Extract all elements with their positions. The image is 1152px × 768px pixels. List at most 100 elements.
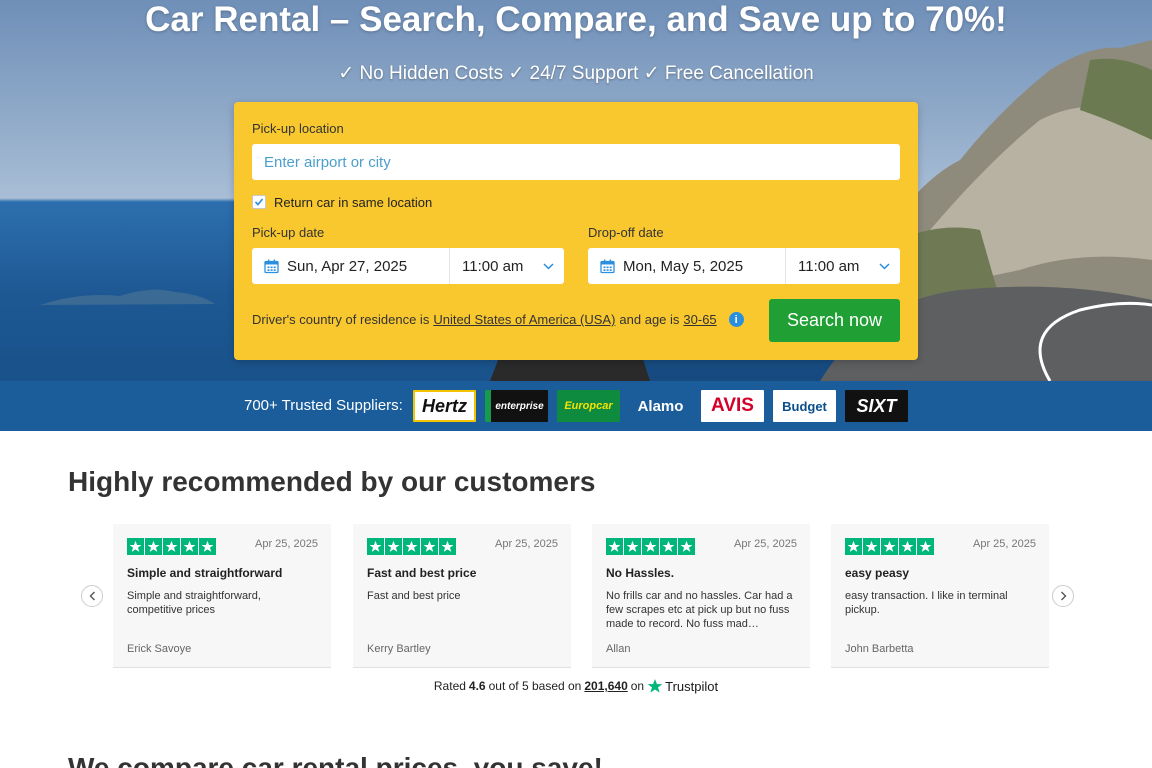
- pickup-datetime: Sun, Apr 27, 2025 11:00 am: [252, 248, 564, 284]
- review-date: Apr 25, 2025: [973, 538, 1036, 550]
- dropoff-date-label: Drop-off date: [588, 225, 664, 240]
- chevron-left-icon: [89, 591, 95, 601]
- pickup-date-field[interactable]: Sun, Apr 27, 2025: [252, 248, 450, 284]
- review-author: Erick Savoye: [127, 643, 192, 655]
- review-card[interactable]: Apr 25, 2025 Simple and straightforward …: [113, 524, 331, 668]
- return-same-location-checkbox[interactable]: [252, 195, 266, 209]
- star-icon: [606, 538, 623, 555]
- budget-logo: Budget: [773, 390, 836, 422]
- rating-suffix: on: [630, 679, 645, 693]
- country-prefix: Driver's country of residence is: [252, 312, 430, 327]
- pickup-location-label: Pick-up location: [252, 121, 344, 136]
- rating-mid: out of 5 based on: [488, 679, 582, 693]
- review-text: Fast and best price: [367, 590, 461, 602]
- suppliers-label: 700+ Trusted Suppliers:: [244, 397, 403, 414]
- dropoff-date-field[interactable]: Mon, May 5, 2025: [588, 248, 786, 284]
- star-icon: [917, 538, 934, 555]
- review-title: easy peasy: [845, 566, 910, 580]
- europcar-logo: Europcar: [557, 390, 620, 422]
- trustpilot-rating-summary: Rated 4.6 out of 5 based on 201,640 on T…: [0, 678, 1152, 694]
- calendar-icon: [600, 259, 615, 273]
- search-form: Pick-up location Enter airport or city R…: [234, 102, 918, 360]
- star-icon: [385, 538, 402, 555]
- hero-banner: Car Rental – Search, Compare, and Save u…: [0, 0, 1152, 381]
- pickup-location-input[interactable]: Enter airport or city: [252, 144, 900, 180]
- calendar-icon: [264, 259, 279, 273]
- review-text: Simple and straightforward, competitive …: [127, 590, 261, 616]
- return-same-location-label[interactable]: Return car in same location: [274, 195, 432, 210]
- review-author: John Barbetta: [845, 643, 914, 655]
- star-icon: [421, 538, 438, 555]
- pickup-time-select[interactable]: 11:00 am: [450, 248, 564, 284]
- star-rating: [367, 538, 456, 555]
- dropoff-datetime: Mon, May 5, 2025 11:00 am: [588, 248, 900, 284]
- rating-count-link[interactable]: 201,640: [584, 679, 627, 693]
- carousel-prev-button[interactable]: [81, 585, 103, 607]
- star-icon: [145, 538, 162, 555]
- review-date: Apr 25, 2025: [734, 538, 797, 550]
- review-date: Apr 25, 2025: [495, 538, 558, 550]
- star-icon: [642, 538, 659, 555]
- chevron-down-icon: [543, 262, 554, 270]
- search-now-button[interactable]: Search now: [769, 299, 900, 342]
- carousel-next-button[interactable]: [1052, 585, 1074, 607]
- star-rating: [606, 538, 695, 555]
- star-icon: [127, 538, 144, 555]
- age-prefix: and age is: [619, 312, 680, 327]
- chevron-right-icon: [1060, 591, 1066, 601]
- star-icon: [163, 538, 180, 555]
- dropoff-time-value: 11:00 am: [798, 257, 860, 275]
- star-icon: [624, 538, 641, 555]
- rating-value: 4.6: [468, 679, 486, 693]
- sixt-logo: SIXT: [845, 390, 908, 422]
- star-icon: [899, 538, 916, 555]
- pickup-time-value: 11:00 am: [462, 257, 524, 275]
- review-date: Apr 25, 2025: [255, 538, 318, 550]
- star-icon: [367, 538, 384, 555]
- review-title: No Hassles.: [606, 566, 675, 580]
- rating-prefix: Rated: [433, 679, 466, 693]
- trustpilot-logo[interactable]: Trustpilot: [647, 678, 718, 694]
- review-author: Kerry Bartley: [367, 643, 431, 655]
- avis-logo: AVIS: [701, 390, 764, 422]
- review-author: Allan: [606, 643, 631, 655]
- star-icon: [181, 538, 198, 555]
- dropoff-time-select[interactable]: 11:00 am: [786, 248, 900, 284]
- reviews-title: Highly recommended by our customers: [68, 466, 596, 497]
- review-card[interactable]: Apr 25, 2025 Fast and best price Fast an…: [353, 524, 571, 668]
- compare-section-title: We compare car rental prices, you save!: [68, 752, 603, 768]
- star-icon: [881, 538, 898, 555]
- star-icon: [863, 538, 880, 555]
- star-icon: [660, 538, 677, 555]
- review-title: Simple and straightforward: [127, 566, 283, 580]
- hertz-logo: Hertz: [413, 390, 476, 422]
- enterprise-logo: enterprise: [485, 390, 548, 422]
- pickup-date-value: Sun, Apr 27, 2025: [287, 257, 408, 275]
- star-rating: [845, 538, 934, 555]
- star-icon: [439, 538, 456, 555]
- review-title: Fast and best price: [367, 566, 477, 580]
- star-rating: [127, 538, 216, 555]
- checkmark-icon: [254, 198, 264, 206]
- review-card[interactable]: Apr 25, 2025 easy peasy easy transaction…: [831, 524, 1049, 668]
- pickup-date-label: Pick-up date: [252, 225, 325, 240]
- hero-title: Car Rental – Search, Compare, and Save u…: [145, 0, 1007, 39]
- review-card[interactable]: Apr 25, 2025 No Hassles. No frills car a…: [592, 524, 810, 668]
- review-text: No frills car and no hassles. Car had a …: [606, 590, 793, 630]
- country-link[interactable]: United States of America (USA): [433, 312, 615, 327]
- driver-info-line: Driver's country of residence is United …: [252, 312, 744, 327]
- trustpilot-star-icon: [647, 679, 663, 693]
- age-link[interactable]: 30-65: [683, 312, 716, 327]
- star-icon: [403, 538, 420, 555]
- info-icon[interactable]: i: [728, 312, 744, 327]
- review-text: easy transaction. I like in terminal pic…: [845, 590, 1008, 616]
- suppliers-bar: 700+ Trusted Suppliers: Hertz enterprise…: [0, 381, 1152, 431]
- chevron-down-icon: [879, 262, 890, 270]
- star-icon: [199, 538, 216, 555]
- hero-subtitle: ✓ No Hidden Costs ✓ 24/7 Support ✓ Free …: [338, 63, 814, 84]
- star-icon: [678, 538, 695, 555]
- dropoff-date-value: Mon, May 5, 2025: [623, 257, 744, 275]
- trustpilot-text: Trustpilot: [665, 678, 719, 694]
- alamo-logo: Alamo: [629, 390, 692, 422]
- star-icon: [845, 538, 862, 555]
